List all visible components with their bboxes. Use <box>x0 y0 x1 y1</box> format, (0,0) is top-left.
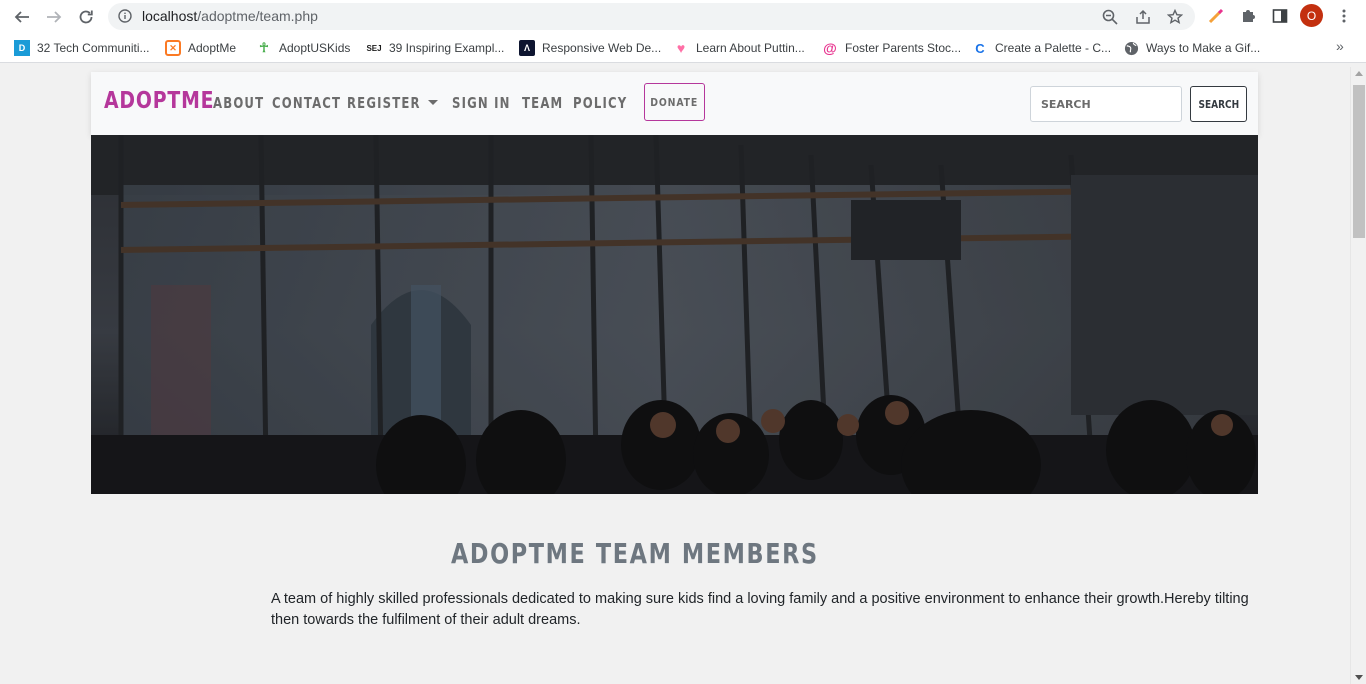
bookmark-label: Learn About Puttin... <box>696 41 805 55</box>
nav-contact[interactable]: CONTACT <box>272 94 341 112</box>
browser-toolbar: localhost/adoptme/team.php O <box>0 0 1366 33</box>
nav-team[interactable]: TEAM <box>522 94 563 112</box>
side-panel-icon <box>1272 9 1288 23</box>
team-intro-paragraph: A team of highly skilled professionals d… <box>271 591 1249 628</box>
back-button[interactable] <box>10 5 34 29</box>
scrollbar-thumb[interactable] <box>1353 85 1365 238</box>
donate-label: DONATE <box>650 95 699 109</box>
bookmark-star-button[interactable] <box>1166 8 1184 26</box>
bookmark-label: 32 Tech Communiti... <box>37 41 150 55</box>
chrome-menu-button[interactable] <box>1333 5 1355 27</box>
nav-policy[interactable]: POLICY <box>573 94 627 112</box>
bookmark-item[interactable]: Λ Responsive Web De... <box>519 39 661 57</box>
bookmark-item[interactable]: SEJ 39 Inspiring Exampl... <box>366 39 504 57</box>
nav-sign-in[interactable]: SIGN IN <box>452 94 511 112</box>
profile-avatar[interactable]: O <box>1300 4 1323 27</box>
globe-icon <box>1123 40 1139 56</box>
bookmark-item[interactable]: ☥ AdoptUSKids <box>256 39 350 57</box>
c-logo-icon: C <box>975 40 985 56</box>
zoom-button[interactable] <box>1101 8 1119 26</box>
url-path: /adoptme/team.php <box>197 8 318 24</box>
figure-icon: ☥ <box>259 40 269 55</box>
bookmarks-bar: D 32 Tech Communiti... ✕ AdoptMe ☥ Adopt… <box>0 33 1366 63</box>
url-text: localhost/adoptme/team.php <box>142 8 318 24</box>
page-scrollbar[interactable] <box>1350 67 1366 684</box>
address-bar[interactable]: localhost/adoptme/team.php <box>108 3 1195 30</box>
bookmark-item[interactable]: C Create a Palette - C... <box>972 39 1111 57</box>
extensions-button[interactable] <box>1237 5 1259 27</box>
bookmark-label: Responsive Web De... <box>542 41 662 55</box>
arrow-left-icon <box>14 11 29 23</box>
bookmarks-overflow-chevron-icon[interactable]: » <box>1336 38 1344 54</box>
search-button[interactable]: SEARCH <box>1190 86 1247 122</box>
info-icon[interactable] <box>118 9 132 23</box>
bookmark-item[interactable]: D 32 Tech Communiti... <box>14 39 150 57</box>
page-viewport: ADOPTME ABOUT CONTACT REGISTER SIGN IN T… <box>0 67 1350 684</box>
site-navbar: ADOPTME ABOUT CONTACT REGISTER SIGN IN T… <box>91 72 1258 135</box>
swirl-icon: @ <box>823 40 837 56</box>
search-button-label: SEARCH <box>1198 97 1239 111</box>
pen-icon <box>1208 8 1224 24</box>
forward-button[interactable] <box>42 5 66 29</box>
nav-about[interactable]: ABOUT <box>213 94 264 112</box>
meeting-room-photo <box>91 135 1258 494</box>
arrow-right-icon <box>47 11 62 23</box>
bookmark-label: Foster Parents Stoc... <box>845 41 962 55</box>
bookmark-label: 39 Inspiring Exampl... <box>389 41 505 55</box>
nav-register[interactable]: REGISTER <box>347 94 421 112</box>
share-icon <box>1136 9 1150 24</box>
brand-logo[interactable]: ADOPTME <box>104 88 214 114</box>
bookmark-label: AdoptMe <box>188 41 237 55</box>
hero-banner-image <box>91 135 1258 494</box>
zoom-icon <box>1102 9 1118 25</box>
page-title: ADOPTME TEAM MEMBERS <box>451 537 819 570</box>
bookmark-label: AdoptUSKids <box>279 41 351 55</box>
reload-button[interactable] <box>74 5 98 29</box>
triangle-logo-icon: Λ <box>519 40 535 56</box>
heart-icon: ♥ <box>676 40 686 56</box>
star-icon <box>1167 9 1183 25</box>
reload-icon <box>79 10 93 24</box>
bookmark-item[interactable]: @ Foster Parents Stoc... <box>822 39 961 57</box>
bookmark-item[interactable]: ✕ AdoptMe <box>165 39 236 57</box>
letter-d-icon: D <box>14 40 30 56</box>
more-vert-icon <box>1342 9 1346 23</box>
puzzle-icon <box>1243 10 1255 22</box>
bookmark-item[interactable]: ♥ Learn About Puttin... <box>673 39 805 57</box>
scroll-up-arrow-icon[interactable] <box>1355 71 1363 76</box>
bookmark-item[interactable]: Ways to Make a Gif... <box>1123 39 1260 57</box>
color-picker-extension[interactable] <box>1205 5 1227 27</box>
scroll-down-arrow-icon[interactable] <box>1355 675 1363 680</box>
xampp-icon: ✕ <box>165 40 181 56</box>
bookmark-label: Ways to Make a Gif... <box>1146 41 1261 55</box>
sej-icon: SEJ <box>366 43 382 53</box>
register-dropdown-chevron-down-icon[interactable] <box>428 100 438 105</box>
share-button[interactable] <box>1134 8 1152 26</box>
search-input[interactable] <box>1030 86 1182 122</box>
donate-button[interactable]: DONATE <box>644 83 705 121</box>
url-host: localhost <box>142 8 198 24</box>
bookmark-label: Create a Palette - C... <box>995 41 1112 55</box>
side-panel-button[interactable] <box>1269 5 1291 27</box>
